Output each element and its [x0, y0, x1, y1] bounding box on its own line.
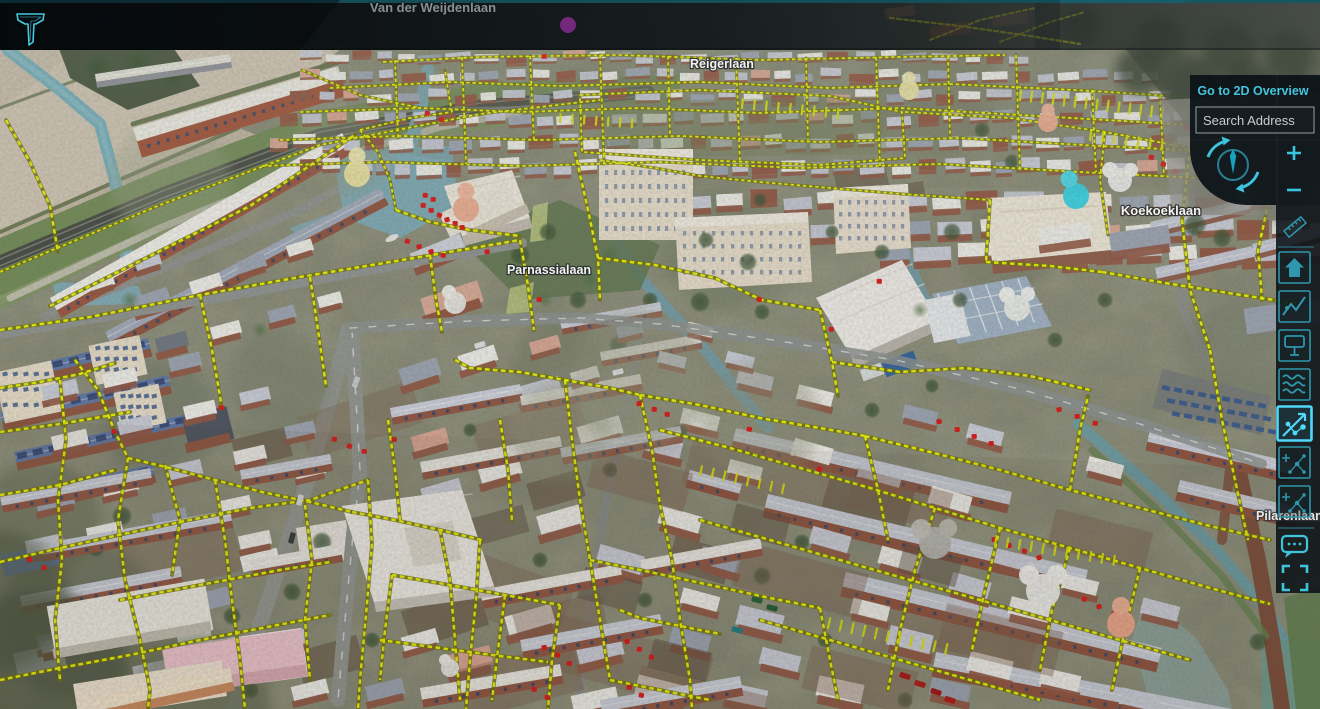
svg-text:Van der Weijdenlaan: Van der Weijdenlaan	[370, 0, 496, 15]
svg-text:Koekoeklaan: Koekoeklaan	[1121, 203, 1201, 218]
svg-text:Search Address: Search Address	[1203, 113, 1295, 128]
svg-text:Go to 2D Overview: Go to 2D Overview	[1197, 84, 1308, 98]
svg-text:Parnassialaan: Parnassialaan	[507, 263, 591, 277]
svg-text:Reigerlaan: Reigerlaan	[690, 57, 754, 71]
